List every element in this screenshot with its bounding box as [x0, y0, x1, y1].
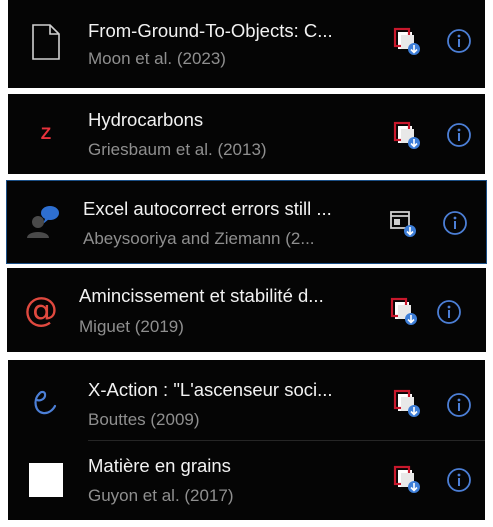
- info-icon[interactable]: [435, 298, 463, 326]
- item-title: Amincissement et stabilité d...: [79, 285, 324, 306]
- item-title: Matière en grains: [88, 455, 231, 476]
- item-authors: Abeysooriya and Ziemann (2...: [83, 229, 315, 248]
- user-chat-icon: [23, 202, 63, 242]
- info-icon[interactable]: [441, 209, 469, 237]
- pdf-download-icon[interactable]: [392, 120, 424, 152]
- list-item[interactable]: @ Amincissement et stabilité d... Miguet…: [7, 270, 486, 350]
- info-icon[interactable]: [445, 391, 473, 419]
- item-title: X-Action : "L'ascenseur soci...: [88, 379, 333, 400]
- white-square-icon: [26, 460, 66, 500]
- info-icon[interactable]: [445, 121, 473, 149]
- item-title: From-Ground-To-Objects: C...: [88, 20, 333, 41]
- result-card-selected[interactable]: Excel autocorrect errors still ... Abeys…: [6, 180, 487, 264]
- document-icon: [26, 22, 66, 62]
- list-item[interactable]: Matière en grains Guyon et al. (2017): [8, 440, 485, 520]
- item-title: Excel autocorrect errors still ...: [83, 198, 332, 219]
- pdf-download-icon[interactable]: [392, 388, 424, 420]
- pdf-download-icon[interactable]: [392, 26, 424, 58]
- result-card[interactable]: X-Action : "L'ascenseur soci... Bouttes …: [8, 360, 485, 520]
- results-list: From-Ground-To-Objects: C... Moon et al.…: [0, 0, 493, 527]
- list-item[interactable]: Z Hydrocarbons Griesbaum et al. (2013): [8, 94, 485, 174]
- result-card[interactable]: From-Ground-To-Objects: C... Moon et al.…: [8, 0, 485, 88]
- item-authors: Guyon et al. (2017): [88, 486, 234, 505]
- result-card[interactable]: Z Hydrocarbons Griesbaum et al. (2013): [8, 94, 485, 174]
- info-icon[interactable]: [445, 466, 473, 494]
- item-authors: Moon et al. (2023): [88, 49, 226, 68]
- z-logo-icon: Z: [40, 124, 52, 143]
- web-page-download-icon[interactable]: [388, 208, 420, 240]
- item-authors: Miguet (2019): [79, 317, 184, 336]
- result-card[interactable]: @ Amincissement et stabilité d... Miguet…: [7, 268, 486, 352]
- pdf-download-icon[interactable]: [389, 296, 421, 328]
- list-item[interactable]: Excel autocorrect errors still ... Abeys…: [7, 182, 486, 262]
- script-e-icon: [26, 383, 66, 423]
- list-item[interactable]: X-Action : "L'ascenseur soci... Bouttes …: [8, 363, 485, 443]
- item-authors: Griesbaum et al. (2013): [88, 140, 267, 159]
- pdf-download-icon[interactable]: [392, 464, 424, 496]
- info-icon[interactable]: [445, 27, 473, 55]
- at-sign-icon: @: [24, 290, 58, 330]
- item-authors: Bouttes (2009): [88, 410, 200, 429]
- list-item[interactable]: From-Ground-To-Objects: C... Moon et al.…: [8, 2, 485, 82]
- item-title: Hydrocarbons: [88, 109, 204, 130]
